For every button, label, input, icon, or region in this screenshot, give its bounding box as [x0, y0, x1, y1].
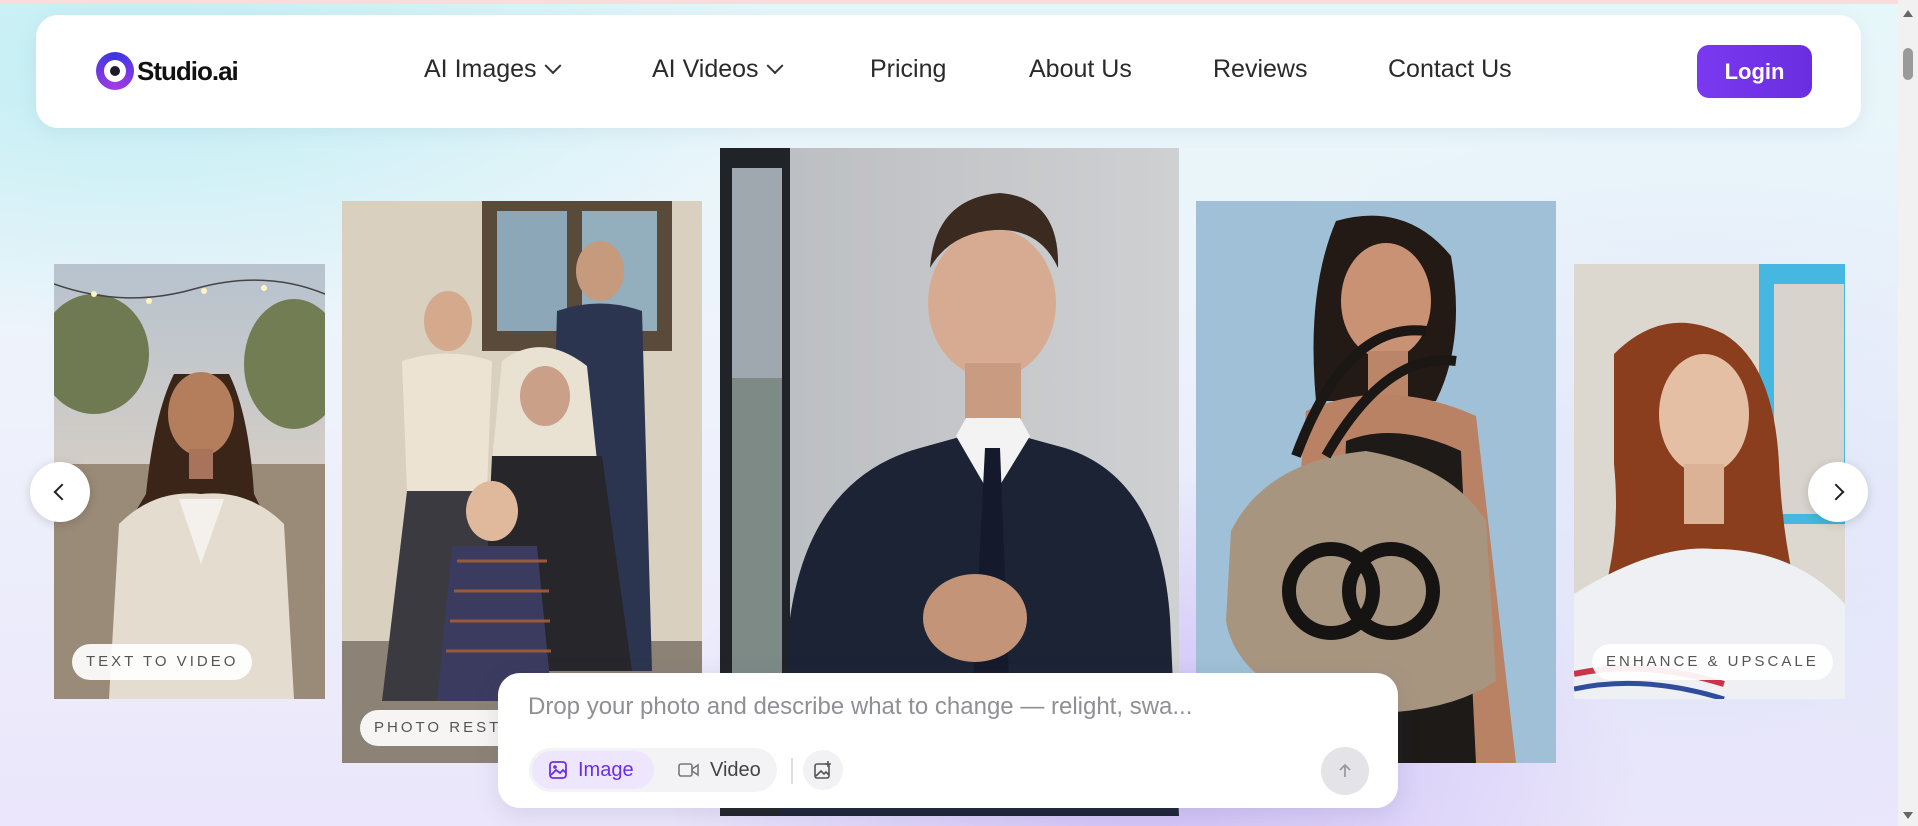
logo-icon: [96, 52, 134, 90]
top-border: [0, 0, 1898, 4]
woman-portrait-image: [54, 264, 325, 699]
site-header: Studio.ai AI Images AI Videos Pricing Ab…: [36, 15, 1861, 128]
scrollbar-thumb[interactable]: [1903, 48, 1913, 80]
nav-label: About Us: [1029, 55, 1132, 83]
send-button[interactable]: [1321, 747, 1369, 795]
arrow-up-icon: [1339, 763, 1351, 777]
red-haired-woman-image: [1574, 264, 1845, 699]
mode-toggle: Image Video: [529, 748, 777, 792]
chevron-down-icon: [766, 56, 784, 74]
carousel-next-button[interactable]: [1808, 462, 1868, 522]
nav-item-pricing[interactable]: Pricing: [870, 55, 946, 84]
nav-label: Pricing: [870, 55, 947, 83]
nav-item-about-us[interactable]: About Us: [1029, 55, 1132, 84]
brand-logo[interactable]: Studio.ai: [96, 52, 239, 90]
mode-image-button[interactable]: Image: [532, 751, 654, 789]
chevron-right-icon: [1827, 483, 1845, 501]
nav-item-ai-images[interactable]: AI Images: [424, 55, 562, 84]
nav-label: AI Images: [424, 55, 537, 83]
nav-item-reviews[interactable]: Reviews: [1213, 55, 1307, 84]
carousel-prev-button[interactable]: [30, 462, 90, 522]
page-scrollbar[interactable]: [1898, 0, 1918, 826]
toolbar-divider: [791, 758, 793, 784]
prompt-box: Drop your photo and describe what to cha…: [498, 673, 1398, 808]
nav-label: Reviews: [1213, 55, 1308, 83]
brand-name: Studio.ai: [137, 55, 239, 86]
nav-label: AI Videos: [652, 55, 759, 83]
card-label: ENHANCE & UPSCALE: [1592, 644, 1833, 680]
card-label: TEXT TO VIDEO: [72, 644, 253, 680]
prompt-input[interactable]: Drop your photo and describe what to cha…: [528, 693, 1192, 721]
video-camera-icon: [678, 763, 699, 777]
mode-video-button[interactable]: Video: [662, 751, 772, 789]
mode-label: Video: [710, 758, 761, 781]
scroll-down-arrow-icon[interactable]: [1903, 812, 1913, 819]
image-icon: [549, 761, 567, 779]
nav-item-contact-us[interactable]: Contact Us: [1388, 55, 1512, 84]
nav-item-ai-videos[interactable]: AI Videos: [652, 55, 784, 84]
add-image-button[interactable]: [803, 750, 843, 790]
carousel-card-text-to-video[interactable]: TEXT TO VIDEO: [54, 264, 325, 699]
mode-label: Image: [578, 758, 634, 781]
carousel-card-enhance-upscale[interactable]: ENHANCE & UPSCALE: [1574, 264, 1845, 699]
chevron-down-icon: [544, 56, 562, 74]
login-button[interactable]: Login: [1697, 45, 1812, 98]
chevron-left-icon: [53, 483, 71, 501]
add-image-icon: [814, 761, 831, 779]
nav-label: Contact Us: [1388, 55, 1512, 83]
scroll-up-arrow-icon[interactable]: [1903, 10, 1913, 17]
